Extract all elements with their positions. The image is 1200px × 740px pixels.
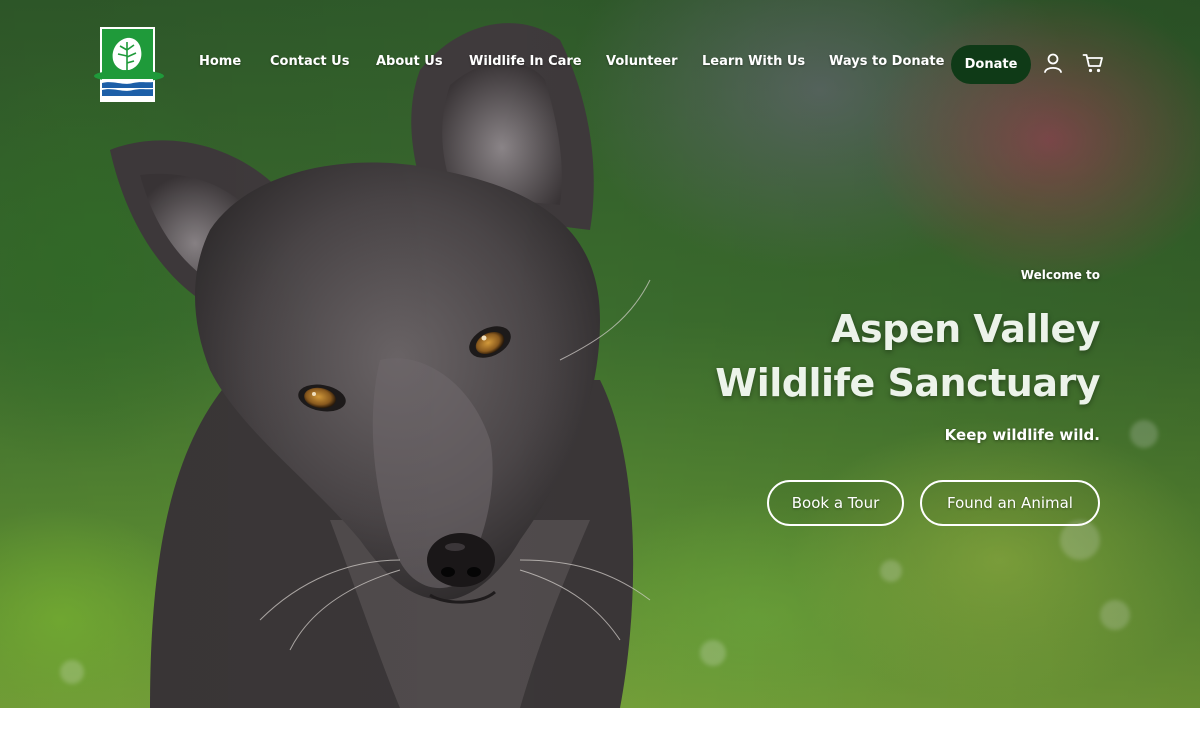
- found-animal-button[interactable]: Found an Animal: [920, 480, 1100, 526]
- logo-leaf-icon[interactable]: [93, 26, 165, 104]
- cart-icon[interactable]: [1082, 52, 1104, 74]
- nav-learn-with-us[interactable]: Learn With Us: [702, 54, 805, 69]
- hero-tagline: Keep wildlife wild.: [944, 426, 1100, 444]
- hero-eyebrow: Welcome to: [1020, 268, 1100, 282]
- donate-button[interactable]: Donate: [951, 45, 1031, 84]
- nav-volunteer[interactable]: Volunteer: [606, 54, 678, 69]
- nav-about-us[interactable]: About Us: [376, 54, 443, 69]
- hero-title: Aspen Valley Wildlife Sanctuary: [580, 302, 1100, 410]
- nav-home[interactable]: Home: [199, 54, 241, 69]
- nav-contact-us[interactable]: Contact Us: [270, 54, 349, 69]
- nav-wildlife-in-care[interactable]: Wildlife In Care: [469, 54, 582, 69]
- book-tour-button[interactable]: Book a Tour: [767, 480, 904, 526]
- account-icon[interactable]: [1042, 52, 1064, 74]
- nav-ways-to-donate[interactable]: Ways to Donate: [829, 54, 944, 69]
- hero-title-line2: Wildlife Sanctuary: [715, 361, 1100, 405]
- hero-title-line1: Aspen Valley: [831, 307, 1100, 351]
